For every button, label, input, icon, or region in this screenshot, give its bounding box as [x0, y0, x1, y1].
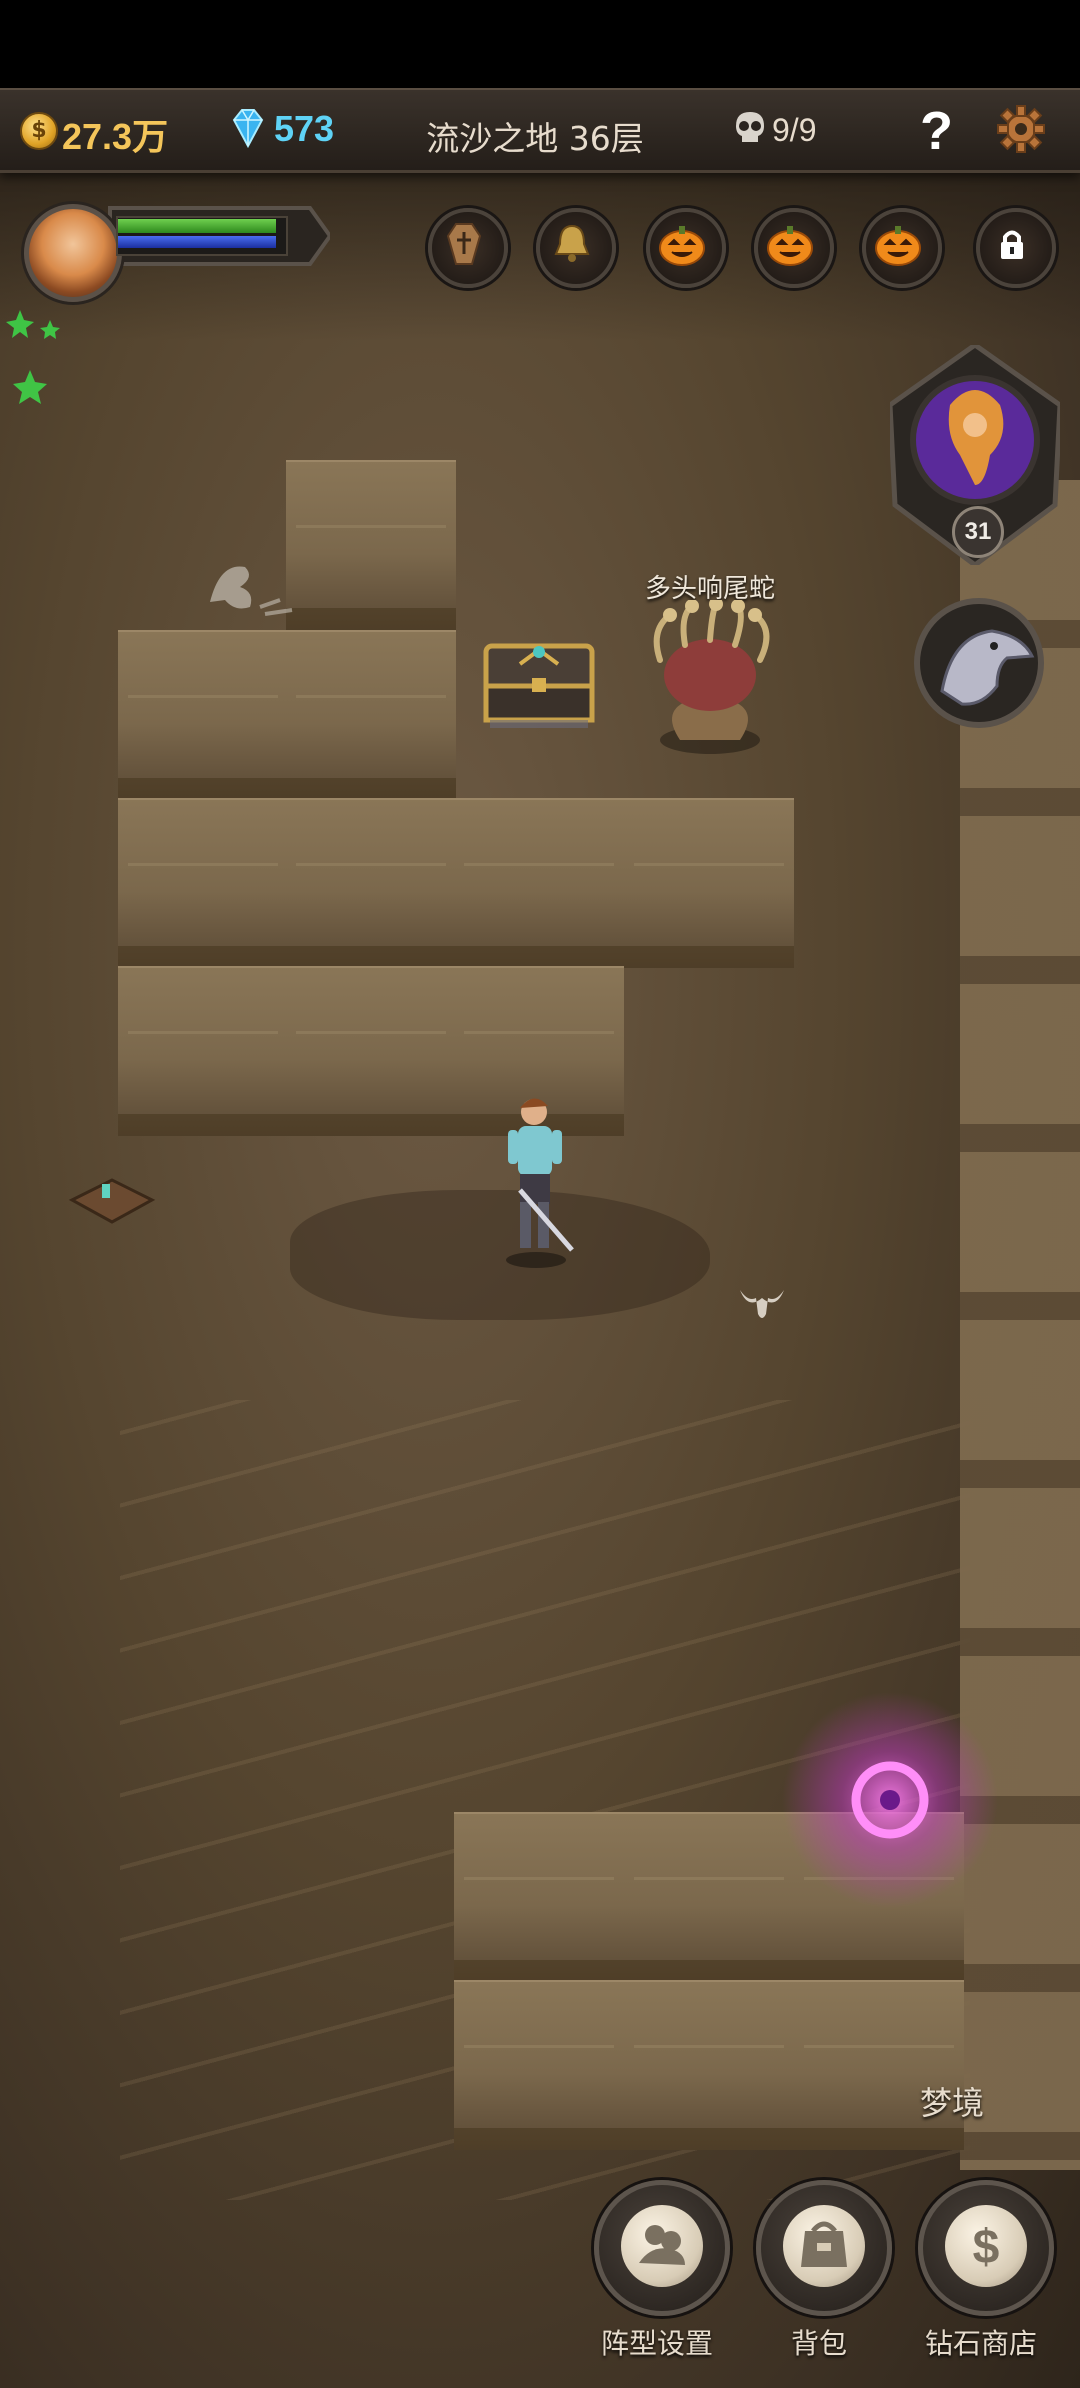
teleport-portal[interactable] [780, 1690, 1000, 1910]
item-slot-6-locked[interactable] [966, 196, 1058, 304]
kill-counter: 9/9 [772, 112, 817, 148]
ancient-tome-icon[interactable] [66, 1170, 156, 1230]
pumpkin-icon [767, 226, 813, 266]
cow-skull-icon [740, 1290, 784, 1318]
map-tile[interactable] [286, 630, 456, 800]
pumpkin-icon [659, 226, 705, 266]
gold-coin-icon: $ [20, 112, 58, 150]
hero-mp-bar [118, 236, 276, 248]
bell-icon [554, 224, 590, 262]
right-wall-tiles [960, 480, 1080, 2170]
map-tile[interactable] [454, 1980, 624, 2150]
map-tile[interactable] [624, 1980, 794, 2150]
item-slot-4[interactable] [744, 196, 836, 304]
gear-icon[interactable] [996, 104, 1046, 154]
map-tile[interactable] [454, 1812, 624, 1982]
lock-icon [1001, 230, 1023, 259]
pumpkin-icon [875, 226, 921, 266]
formation-icon [639, 2225, 685, 2265]
gem-amount: 573 [274, 108, 335, 149]
formation-settings-button[interactable]: 阵型设置 [582, 2170, 732, 2370]
dream-map-label: 梦境 [920, 2084, 985, 2122]
map-tile[interactable] [794, 1980, 964, 2150]
map-tile[interactable] [286, 966, 456, 1136]
map-tile[interactable] [286, 460, 456, 630]
map-tile[interactable] [624, 1812, 794, 1982]
map-tile[interactable] [118, 966, 288, 1136]
item-slot-5[interactable] [852, 196, 944, 304]
backpack-icon [801, 2221, 847, 2267]
dollar-icon: $ [973, 2221, 1000, 2274]
bones-icon [210, 566, 293, 616]
map-tile[interactable] [118, 798, 288, 968]
skull-icon [736, 112, 764, 142]
boss-level-badge: 31 [952, 506, 1004, 558]
system-status-bar [0, 0, 1080, 88]
item-slot-3[interactable] [636, 196, 728, 304]
map-tile[interactable] [454, 798, 624, 968]
diamond-shop-button[interactable]: $ 钻石商店 [906, 2170, 1056, 2370]
coffin-icon [446, 223, 482, 265]
poison-effect-icon [6, 310, 60, 404]
dungeon-level-title: 流沙之地 36层 [426, 119, 644, 158]
hero-portrait[interactable] [24, 204, 122, 302]
crow-skill-button[interactable] [912, 596, 1046, 730]
backpack-button[interactable]: 背包 [744, 2170, 894, 2370]
map-tile[interactable] [624, 798, 794, 968]
treasure-chest-icon[interactable] [480, 626, 598, 736]
map-tile[interactable] [286, 798, 456, 968]
item-slot-2[interactable] [526, 196, 618, 304]
map-tile[interactable] [118, 630, 288, 800]
gold-amount: 27.3万 [62, 116, 169, 157]
help-icon[interactable]: ? [920, 100, 953, 162]
backpack-label: 背包 [790, 2327, 847, 2360]
hero-hp-bar [118, 219, 276, 233]
player-hero-character[interactable] [490, 1090, 590, 1270]
formation-settings-label: 阵型设置 [600, 2327, 713, 2360]
diamond-shop-label: 钻石商店 [924, 2327, 1037, 2360]
hydra-snake-enemy[interactable] [630, 600, 790, 760]
svg-text:$: $ [973, 2221, 1000, 2274]
item-slot-1[interactable] [418, 196, 510, 304]
resource-bar: $ 27.3万 573 流沙之地 36层 9/9 ? [0, 88, 1080, 173]
diamond-gem-icon [232, 109, 264, 149]
